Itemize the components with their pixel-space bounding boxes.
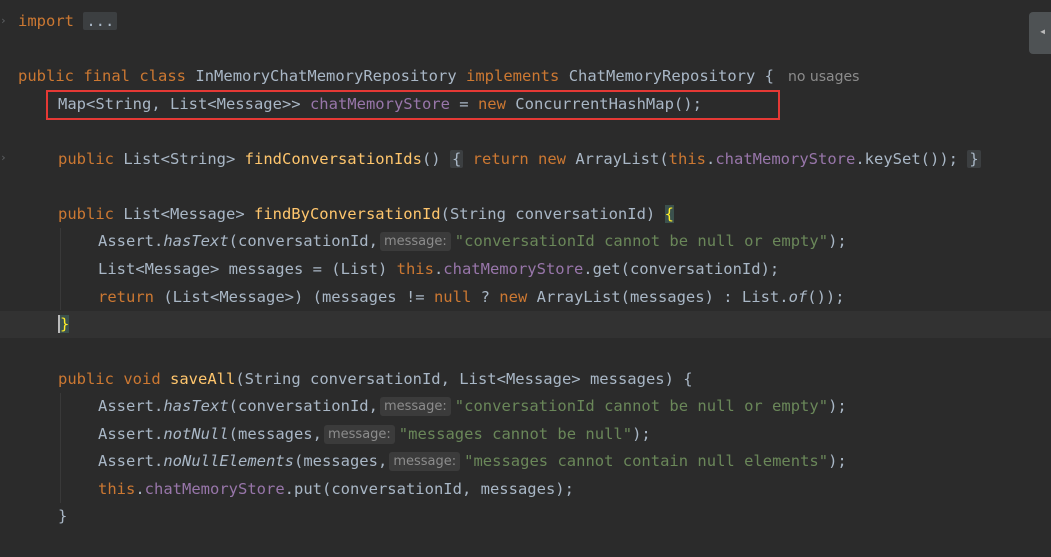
folded-brace[interactable]: {: [449, 150, 464, 168]
method-name: saveAll: [170, 370, 236, 388]
code-line-import: import ...: [0, 8, 1051, 35]
keyword: void: [123, 370, 161, 388]
keyword: public: [18, 67, 74, 85]
field-ref: chatMemoryStore: [715, 150, 856, 168]
code-line-assert: Assert.hasText(conversationId, message: "c…: [0, 393, 1051, 420]
static-method: notNull: [163, 425, 229, 443]
static-method: of: [788, 288, 808, 306]
code-text: ArrayList(: [566, 150, 669, 168]
args: (conversationId,: [228, 232, 378, 250]
return-type: List<Message>: [114, 205, 254, 223]
keyword: return: [472, 150, 529, 168]
keyword: final: [83, 67, 131, 85]
class-name: InMemoryChatMemoryRepository: [195, 67, 457, 85]
matched-brace: {: [664, 205, 674, 223]
class-ref: Assert.: [98, 397, 164, 415]
code-text: .: [706, 150, 716, 168]
code-line-class-declaration: public final class InMemoryChatMemoryRep…: [0, 63, 1051, 90]
code-text: List<Message> messages = (List): [98, 260, 397, 278]
static-method: hasText: [163, 232, 229, 250]
keyword: public: [58, 150, 114, 168]
code-line-return: return (List<Message>) (messages != null…: [0, 284, 1051, 311]
args: (messages,: [293, 452, 388, 470]
code-text: .: [135, 480, 145, 498]
interface-name: ChatMemoryRepository {: [568, 67, 774, 85]
keyword: public: [58, 205, 114, 223]
args: (messages,: [228, 425, 322, 443]
code-text: );: [828, 397, 847, 415]
code-line-current[interactable]: }: [0, 311, 1051, 338]
code-line-assert: Assert.noNullElements(messages, message: "…: [0, 448, 1051, 475]
keyword: public: [58, 370, 114, 388]
parameter-hint: message:: [389, 452, 461, 471]
code-text: .put(conversationId, messages);: [284, 480, 574, 498]
folded-brace[interactable]: }: [967, 150, 981, 168]
chevron-icon: ◂: [1039, 24, 1047, 38]
code-text: (List<Message>) (messages !=: [154, 288, 434, 306]
code-text: );: [632, 425, 651, 443]
string-literal: "messages cannot be null": [398, 425, 633, 443]
code-line-get: List<Message> messages = (List) this.cha…: [0, 256, 1051, 283]
closing-brace: }: [58, 507, 68, 525]
matched-brace: }: [58, 315, 70, 333]
editor-corner-button[interactable]: ◂: [1029, 12, 1051, 54]
keyword: class: [139, 67, 187, 85]
static-method: noNullElements: [163, 452, 294, 470]
string-literal: "conversationId cannot be null or empty": [454, 397, 829, 415]
parameter-hint: message:: [379, 397, 451, 416]
keyword: this: [98, 480, 136, 498]
code-text: .get(conversationId);: [583, 260, 780, 278]
code-line-find-conversation-ids: public List<String> findConversationIds(…: [0, 146, 1051, 173]
field-ref: chatMemoryStore: [443, 260, 584, 278]
return-type: List<String>: [114, 150, 245, 168]
folded-imports[interactable]: ...: [83, 12, 118, 30]
code-text: ?: [471, 288, 500, 306]
code-line-close: }: [0, 503, 1051, 530]
keyword: this: [668, 150, 706, 168]
highlight-box: [46, 90, 780, 120]
keyword: this: [396, 260, 434, 278]
code-line-put: this.chatMemoryStore.put(conversationId,…: [0, 476, 1051, 503]
code-line-assert: Assert.notNull(messages, message: "message…: [0, 421, 1051, 448]
code-text: ArrayList(messages) : List.: [527, 288, 789, 306]
keyword: null: [433, 288, 472, 306]
keyword: implements: [466, 67, 560, 85]
class-ref: Assert.: [98, 425, 164, 443]
string-literal: "conversationId cannot be null or empty": [454, 232, 829, 250]
keyword: import: [18, 12, 74, 30]
code-text: );: [828, 452, 847, 470]
code-line-assert: Assert.hasText(conversationId, message: "c…: [0, 228, 1051, 255]
code-line-save-all: public void saveAll(String conversationI…: [0, 366, 1051, 393]
class-ref: Assert.: [98, 232, 164, 250]
code-text: .: [433, 260, 444, 278]
method-name: findByConversationId: [253, 205, 441, 223]
code-text: ());: [807, 288, 845, 306]
params: (String conversationId, List<Message> me…: [235, 370, 693, 388]
parameter-hint: message:: [379, 232, 451, 251]
field-ref: chatMemoryStore: [144, 480, 285, 498]
usages-hint[interactable]: no usages: [788, 69, 859, 85]
params: (String conversationId): [440, 205, 665, 223]
code-line-find-by-conversation-id: public List<Message> findByConversationI…: [0, 201, 1051, 228]
class-ref: Assert.: [98, 452, 164, 470]
keyword: new: [499, 288, 528, 306]
static-method: hasText: [163, 397, 229, 415]
method-name: findConversationIds: [244, 150, 422, 168]
string-literal: "messages cannot contain null elements": [464, 452, 829, 470]
keyword: return: [98, 288, 154, 306]
args: (conversationId,: [228, 397, 378, 415]
parameter-hint: message:: [323, 425, 395, 444]
keyword: new: [538, 150, 567, 168]
params: (): [421, 150, 441, 168]
code-text: .keySet());: [855, 150, 958, 168]
code-text: );: [828, 232, 847, 250]
